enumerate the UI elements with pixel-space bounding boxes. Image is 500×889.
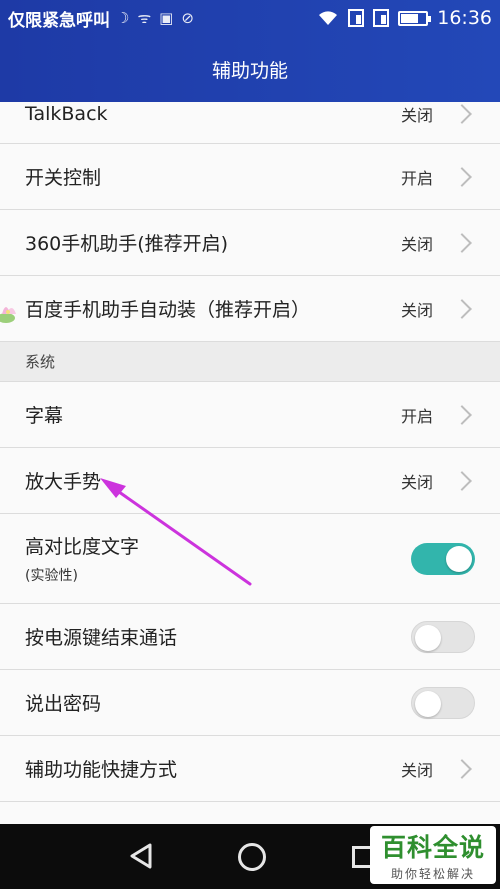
setting-label: 字幕 xyxy=(25,405,64,427)
status-icons: ☽ ᯤ ▣ ⊘ xyxy=(116,8,194,28)
toggle-knob xyxy=(415,624,441,651)
chevron-right-icon xyxy=(452,404,472,425)
setting-value: 关闭 xyxy=(400,300,433,320)
high-contrast-toggle[interactable] xyxy=(411,542,475,575)
chevron-right-icon xyxy=(452,758,472,779)
setting-sublabel: (实验性) xyxy=(25,568,78,584)
battery-icon xyxy=(398,10,432,26)
status-right: 16:36 xyxy=(317,7,492,29)
setting-value: 关闭 xyxy=(400,472,433,492)
chevron-right-icon xyxy=(452,470,472,491)
setting-label: 说出密码 xyxy=(25,693,102,715)
watermark-logo: 百科全说 助你轻松解决 xyxy=(370,826,496,884)
setting-row-speak-passwords[interactable]: 说出密码 xyxy=(0,670,500,736)
chevron-right-icon xyxy=(452,103,472,124)
back-icon[interactable] xyxy=(128,842,154,870)
setting-value: 开启 xyxy=(400,168,433,188)
setting-label: 开关控制 xyxy=(25,167,102,189)
section-title: 系统 xyxy=(25,353,56,371)
chevron-right-icon xyxy=(452,298,472,319)
setting-value: 关闭 xyxy=(400,760,433,780)
watermark-title: 百科全说 xyxy=(380,833,485,862)
power-ends-call-toggle[interactable] xyxy=(411,620,475,653)
setting-label: 辅助功能快捷方式 xyxy=(25,759,178,781)
setting-row-talkback[interactable]: TalkBack 关闭 xyxy=(0,102,500,144)
setting-row-magnification-gestures[interactable]: 放大手势 关闭 xyxy=(0,448,500,514)
status-bar: 仅限紧急呼叫 ☽ ᯤ ▣ ⊘ 16:36 xyxy=(0,0,500,36)
setting-value: 开启 xyxy=(400,406,433,426)
setting-row-switch-control[interactable]: 开关控制 开启 xyxy=(0,144,500,210)
setting-row-360-assistant[interactable]: 360手机助手(推荐开启) 关闭 xyxy=(0,210,500,276)
signal-off-icon: ⊘ xyxy=(181,9,194,27)
setting-label: 百度手机助手自动装（推荐开启） xyxy=(25,299,311,321)
chevron-right-icon xyxy=(452,232,472,253)
watermark-subtitle: 助你轻松解决 xyxy=(390,867,475,881)
setting-row-captions[interactable]: 字幕 开启 xyxy=(0,382,500,448)
section-header-system: 系统 xyxy=(0,342,500,382)
speak-passwords-toggle[interactable] xyxy=(411,686,475,719)
setting-value: 关闭 xyxy=(400,105,433,125)
moon-icon: ☽ xyxy=(116,9,130,27)
settings-list[interactable]: TalkBack 关闭 开关控制 开启 360手机助手(推荐开启) 关闭 百度手… xyxy=(0,102,500,824)
sim1-icon xyxy=(348,9,365,27)
toggle-knob xyxy=(415,690,441,717)
setting-value: 关闭 xyxy=(400,234,433,254)
setting-label: 高对比度文字 xyxy=(25,536,140,558)
setting-label: TalkBack xyxy=(25,102,108,125)
setting-text: 高对比度文字 (实验性) xyxy=(25,532,139,585)
header: 辅助功能 xyxy=(0,36,500,102)
setting-row-baidu-assistant[interactable]: 百度手机助手自动装（推荐开启） 关闭 xyxy=(0,276,500,342)
home-icon[interactable] xyxy=(238,843,266,871)
setting-label: 360手机助手(推荐开启) xyxy=(25,233,229,255)
lotus-decoration-icon xyxy=(0,307,16,323)
setting-row-accessibility-shortcut[interactable]: 辅助功能快捷方式 关闭 xyxy=(0,736,500,802)
setting-row-high-contrast-text[interactable]: 高对比度文字 (实验性) xyxy=(0,514,500,604)
wifi-call-icon: ᯤ xyxy=(137,9,152,27)
wifi-icon xyxy=(319,11,338,25)
image-icon: ▣ xyxy=(159,9,174,27)
setting-label: 放大手势 xyxy=(25,471,102,493)
chevron-right-icon xyxy=(452,166,472,187)
setting-row-power-ends-call[interactable]: 按电源键结束通话 xyxy=(0,604,500,670)
clock: 16:36 xyxy=(437,7,492,29)
setting-label: 按电源键结束通话 xyxy=(25,627,178,649)
carrier-text: 仅限紧急呼叫 xyxy=(8,10,110,31)
toggle-knob xyxy=(446,545,472,572)
sim2-icon xyxy=(373,9,390,27)
page-title: 辅助功能 xyxy=(211,59,288,82)
